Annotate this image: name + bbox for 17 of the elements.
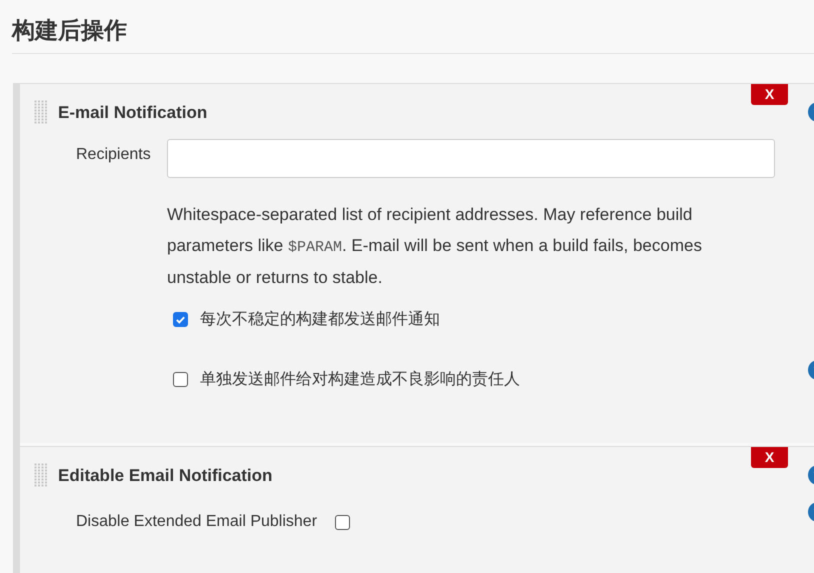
field-label: Recipients xyxy=(75,145,152,165)
check-icon xyxy=(175,314,186,325)
drag-handle-icon[interactable] xyxy=(34,100,48,124)
field-description: Whitespace-separated list of recipient addresses. May reference build parameters like $PARAM. E-mail will be sent when a build fails, becomes unstable or returns to stable. xyxy=(167,204,703,289)
recipients-field[interactable] xyxy=(167,139,775,178)
delete-button[interactable]: X xyxy=(751,446,788,468)
panel-title: Editable Email Notification xyxy=(58,464,272,486)
checkbox-label: 单独发送邮件给对构建造成不良影响的责任人 xyxy=(200,370,520,390)
checkbox-label: 每次不稳定的构建都发送邮件通知 xyxy=(200,310,440,330)
checkbox[interactable] xyxy=(335,514,350,530)
delete-button[interactable]: X xyxy=(751,84,788,104)
field-label: Disable Extended Email Publisher xyxy=(76,512,318,532)
checkbox[interactable] xyxy=(173,312,188,327)
drag-handle-icon[interactable] xyxy=(34,463,48,488)
checkbox[interactable] xyxy=(173,372,188,387)
panel-title: E-mail Notification xyxy=(58,102,208,124)
section-title: 构建后操作 xyxy=(12,17,128,46)
